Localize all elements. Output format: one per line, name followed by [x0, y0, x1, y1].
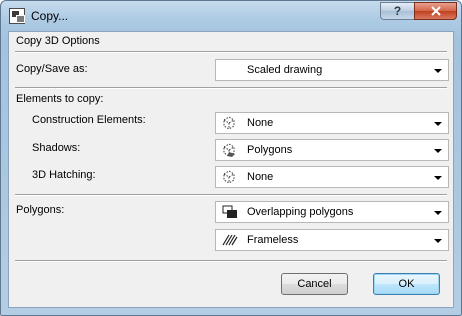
title-bar[interactable]: Copy... ? [1, 1, 461, 31]
copy-save-label: Copy/Save as: [16, 63, 88, 75]
divider [15, 51, 447, 53]
3d-hatching-value: None [247, 171, 274, 183]
construction-elements-label: Construction Elements: [32, 114, 146, 126]
chevron-down-icon [434, 149, 442, 153]
construction-elements-value: None [247, 117, 274, 129]
frame-style-value: Frameless [247, 234, 299, 246]
ok-button[interactable]: OK [373, 273, 440, 295]
chevron-down-icon [434, 122, 442, 126]
frame-style-dropdown[interactable]: Frameless [215, 229, 449, 251]
app-icon [9, 8, 25, 24]
divider [15, 87, 447, 89]
close-icon [430, 6, 441, 16]
copy-dialog: Copy... ? Copy 3D Options Copy/Save as: … [0, 0, 462, 316]
elements-to-copy-label: Elements to copy: [16, 93, 104, 105]
close-button[interactable] [414, 2, 457, 20]
help-icon: ? [393, 4, 402, 18]
hatched-frame-icon [222, 234, 238, 246]
cancel-button[interactable]: Cancel [281, 273, 348, 295]
copy-save-value: Scaled drawing [247, 64, 323, 76]
section-header-copy-3d-options: Copy 3D Options [16, 35, 100, 47]
divider [15, 260, 447, 262]
polygons-label: Polygons: [16, 204, 65, 216]
shadow-polygon-icon [223, 143, 235, 157]
chevron-down-icon [434, 239, 442, 243]
window-title: Copy... [31, 9, 69, 23]
3d-hatching-label: 3D Hatching: [32, 169, 96, 181]
chevron-down-icon [434, 211, 442, 215]
overlapping-polygons-icon [222, 205, 237, 218]
chevron-down-icon [434, 69, 442, 73]
shadows-dropdown[interactable]: Polygons [215, 139, 449, 161]
divider [15, 194, 447, 196]
shadows-value: Polygons [247, 144, 293, 156]
chevron-down-icon [434, 176, 442, 180]
polygons-value: Overlapping polygons [247, 206, 354, 218]
polygons-dropdown[interactable]: Overlapping polygons [215, 201, 449, 223]
construction-elements-dropdown[interactable]: None [215, 112, 449, 134]
dotted-box-icon [223, 116, 235, 130]
dotted-box-icon [223, 170, 235, 184]
help-button[interactable]: ? [380, 2, 415, 20]
dialog-body: Copy 3D Options Copy/Save as: Scaled dra… [8, 31, 454, 308]
copy-save-dropdown[interactable]: Scaled drawing [215, 59, 449, 81]
shadows-label: Shadows: [32, 142, 81, 154]
3d-hatching-dropdown[interactable]: None [215, 166, 449, 188]
